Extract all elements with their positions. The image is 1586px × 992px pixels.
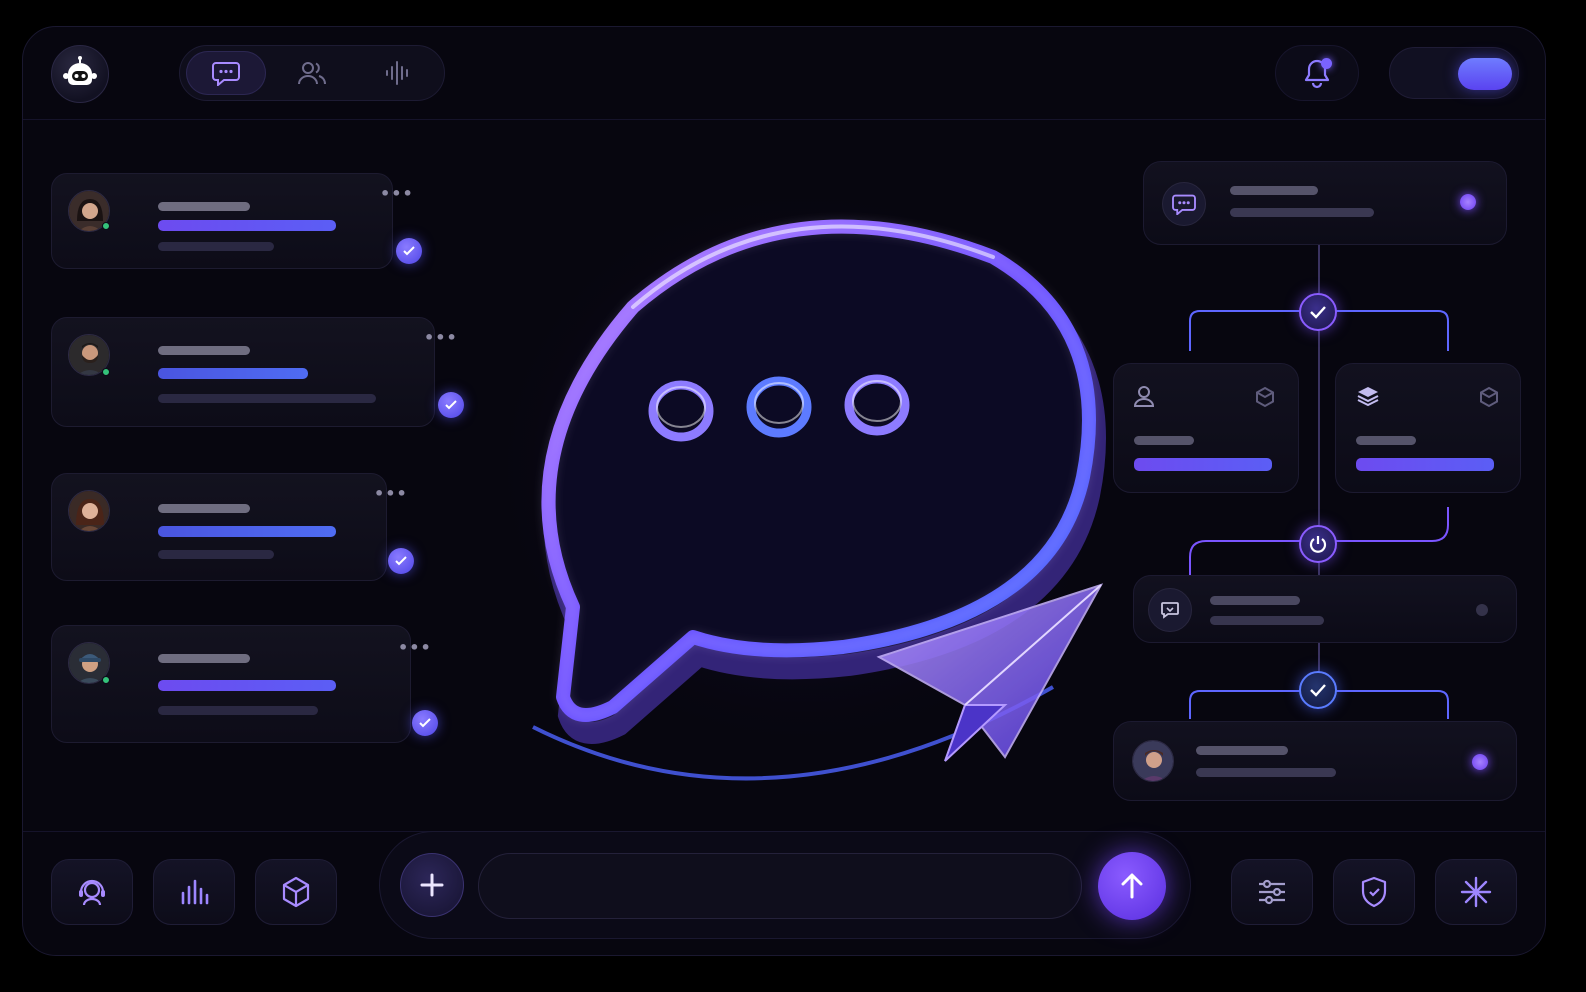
read-check-icon [438,392,464,418]
status-dot [1476,604,1488,616]
name-placeholder-bar [158,346,250,355]
workflow-node-check[interactable] [1299,293,1337,331]
support-agent-icon [79,879,105,906]
title-placeholder-bar [1230,186,1318,195]
chat-bubble-icon [1162,182,1206,226]
read-check-icon [388,548,414,574]
title-placeholder-bar [1210,596,1300,605]
online-status-dot [102,676,110,684]
workflow-node-check[interactable] [1299,671,1337,709]
header-divider [23,119,1545,120]
online-status-dot [102,222,110,230]
avatar [68,490,110,532]
avatar [1132,740,1174,782]
name-placeholder-bar [158,654,250,663]
add-attachment-button[interactable] [400,853,464,917]
progress-bar [1356,458,1494,471]
plus-icon [420,873,444,897]
more-options-icon[interactable]: ••• [398,638,432,657]
meta-placeholder-bar [158,550,274,559]
toggle-knob [1458,58,1512,90]
tab-users[interactable] [272,51,352,95]
tab-chat[interactable] [186,51,266,95]
title-placeholder-bar [1134,436,1194,445]
name-placeholder-bar [158,504,250,513]
arrow-up-icon [1121,873,1143,899]
preview-placeholder-bar [158,680,336,691]
hero-chat-bubble-illustration [473,167,1133,781]
cube-outline-icon[interactable] [1254,386,1276,408]
mode-toggle[interactable] [1389,47,1519,99]
conversation-card[interactable]: ••• [51,473,414,581]
subtitle-placeholder-bar [1196,768,1336,777]
reply-message-icon [1148,588,1192,632]
analytics-button[interactable] [153,859,235,925]
meta-placeholder-bar [158,706,318,715]
ai-sparkle-button[interactable] [1435,859,1517,925]
name-placeholder-bar [158,202,250,211]
user-icon [1133,386,1155,407]
voice-waveform-icon [386,61,408,85]
workflow-node-power[interactable] [1299,525,1337,563]
conversation-card[interactable]: ••• [51,317,464,427]
progress-bar [1134,458,1272,471]
preview-placeholder-bar [158,368,308,379]
status-dot [1472,754,1488,770]
sparkle-icon [1460,876,1492,908]
settings-sliders-button[interactable] [1231,859,1313,925]
title-placeholder-bar [1196,746,1288,755]
preview-placeholder-bar [158,526,336,537]
workflow-card-message[interactable] [1143,161,1507,245]
message-input[interactable] [478,853,1082,919]
title-placeholder-bar [1356,436,1416,445]
conversation-card[interactable]: ••• [51,173,422,269]
support-agent-button[interactable] [51,859,133,925]
subtitle-placeholder-bar [1230,208,1374,217]
cube-icon [282,876,310,908]
workflow-card-reply[interactable] [1133,575,1517,643]
online-status-dot [102,368,110,376]
workflow-card-assignee[interactable] [1113,721,1517,801]
tab-voice[interactable] [358,51,438,95]
app-window: ••• ••• ••• ••• [22,26,1546,956]
main-tabs [179,45,445,101]
workflow-card-user-task[interactable] [1113,363,1299,493]
chat-bubble-icon [212,62,240,86]
users-icon [298,62,326,85]
unread-dot [1321,58,1332,69]
notifications-button[interactable] [1275,45,1359,101]
cube-outline-icon[interactable] [1478,386,1500,408]
more-options-icon[interactable]: ••• [424,328,458,347]
workflow-card-layers-task[interactable] [1335,363,1521,493]
bot-logo-icon[interactable] [51,45,109,103]
more-options-icon[interactable]: ••• [380,184,414,203]
analytics-icon [181,879,209,905]
sliders-icon [1259,879,1285,905]
shield-icon [1361,876,1387,908]
message-composer [379,831,1191,939]
status-dot [1460,194,1476,210]
preview-placeholder-bar [158,220,336,231]
meta-placeholder-bar [158,242,274,251]
layers-icon [1357,387,1379,407]
send-button[interactable] [1098,852,1166,920]
subtitle-placeholder-bar [1210,616,1324,625]
meta-placeholder-bar [158,394,376,403]
cube-button[interactable] [255,859,337,925]
read-check-icon [412,710,438,736]
read-check-icon [396,238,422,264]
more-options-icon[interactable]: ••• [374,484,408,503]
conversation-card[interactable]: ••• [51,625,438,743]
security-button[interactable] [1333,859,1415,925]
